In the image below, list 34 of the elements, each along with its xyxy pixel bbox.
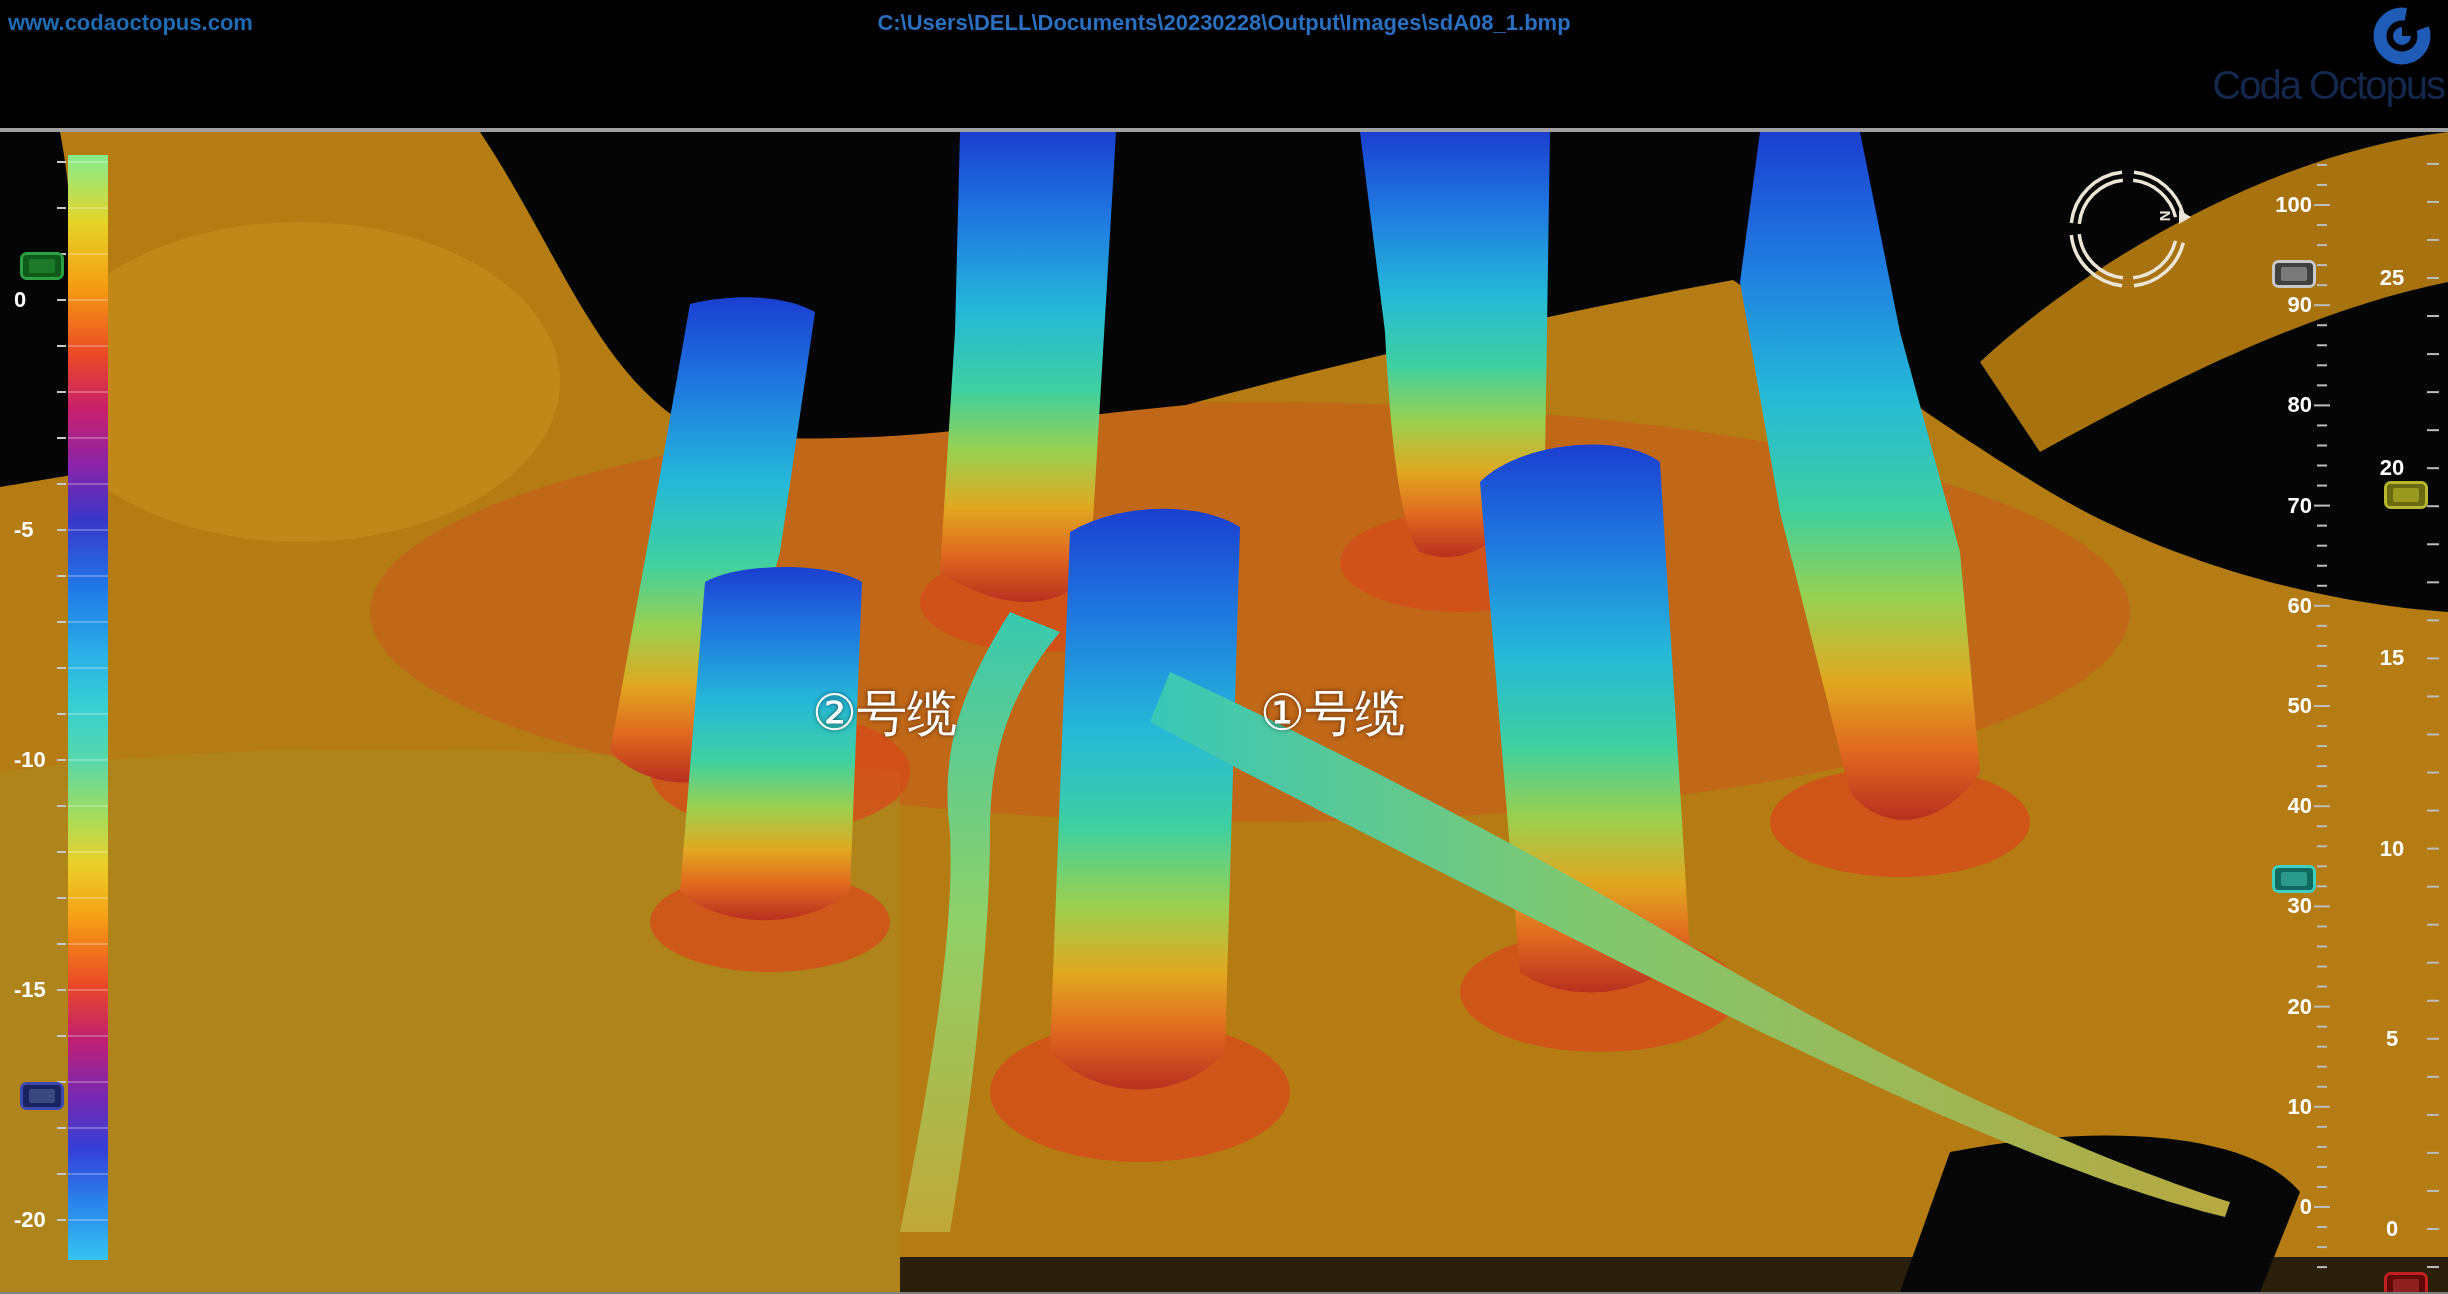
range-scale-label: 30 <box>2287 894 2312 919</box>
range-scale-label: 90 <box>2287 293 2312 318</box>
cable-label: ②号缆 <box>812 685 957 741</box>
marker-icon <box>2272 260 2316 288</box>
height-scale-label: 10 <box>2379 836 2405 861</box>
website-label: www.codaoctopus.com <box>8 10 253 36</box>
range-scale-label: 70 <box>2287 493 2312 518</box>
cable-label: ①号缆 <box>1260 685 1405 741</box>
range-scale-label: 80 <box>2287 393 2312 418</box>
height-scale-label: 15 <box>2379 646 2405 671</box>
height-scale-label: 0 <box>2385 1216 2399 1241</box>
depth-scale-label: -20 <box>14 1208 46 1232</box>
logo-text: Coda Octopus <box>2212 64 2444 106</box>
height-scale-label: 20 <box>2379 456 2405 481</box>
range-scale-label: 50 <box>2287 693 2312 718</box>
depth-scale-label: -15 <box>14 978 46 1002</box>
depth-scale-label: -10 <box>14 748 46 772</box>
height-scale-label: 25 <box>2379 266 2405 290</box>
depth-scale-label: 0 <box>14 288 27 312</box>
height-scale-label: 5 <box>2385 1026 2399 1051</box>
marker-icon <box>2384 1272 2428 1292</box>
marker-icon <box>20 252 64 280</box>
depth-scale-label: -5 <box>14 518 34 542</box>
file-path-label: C:\Users\DELL\Documents\20230228\Output\Images\sdA08_1.bmp <box>877 10 1571 36</box>
range-scale-label: 60 <box>2287 593 2312 618</box>
marker-icon <box>2272 865 2316 893</box>
range-scale-label: 20 <box>2287 994 2312 1019</box>
range-scale-label: 100 <box>2275 193 2312 217</box>
range-scale-label: 40 <box>2287 794 2312 819</box>
range-scale-label: 10 <box>2287 1094 2312 1119</box>
range-scale-label: 0 <box>2299 1194 2312 1219</box>
marker-icon <box>20 1082 64 1110</box>
compass-north-label: N <box>2157 210 2174 222</box>
marker-icon <box>2384 481 2428 509</box>
